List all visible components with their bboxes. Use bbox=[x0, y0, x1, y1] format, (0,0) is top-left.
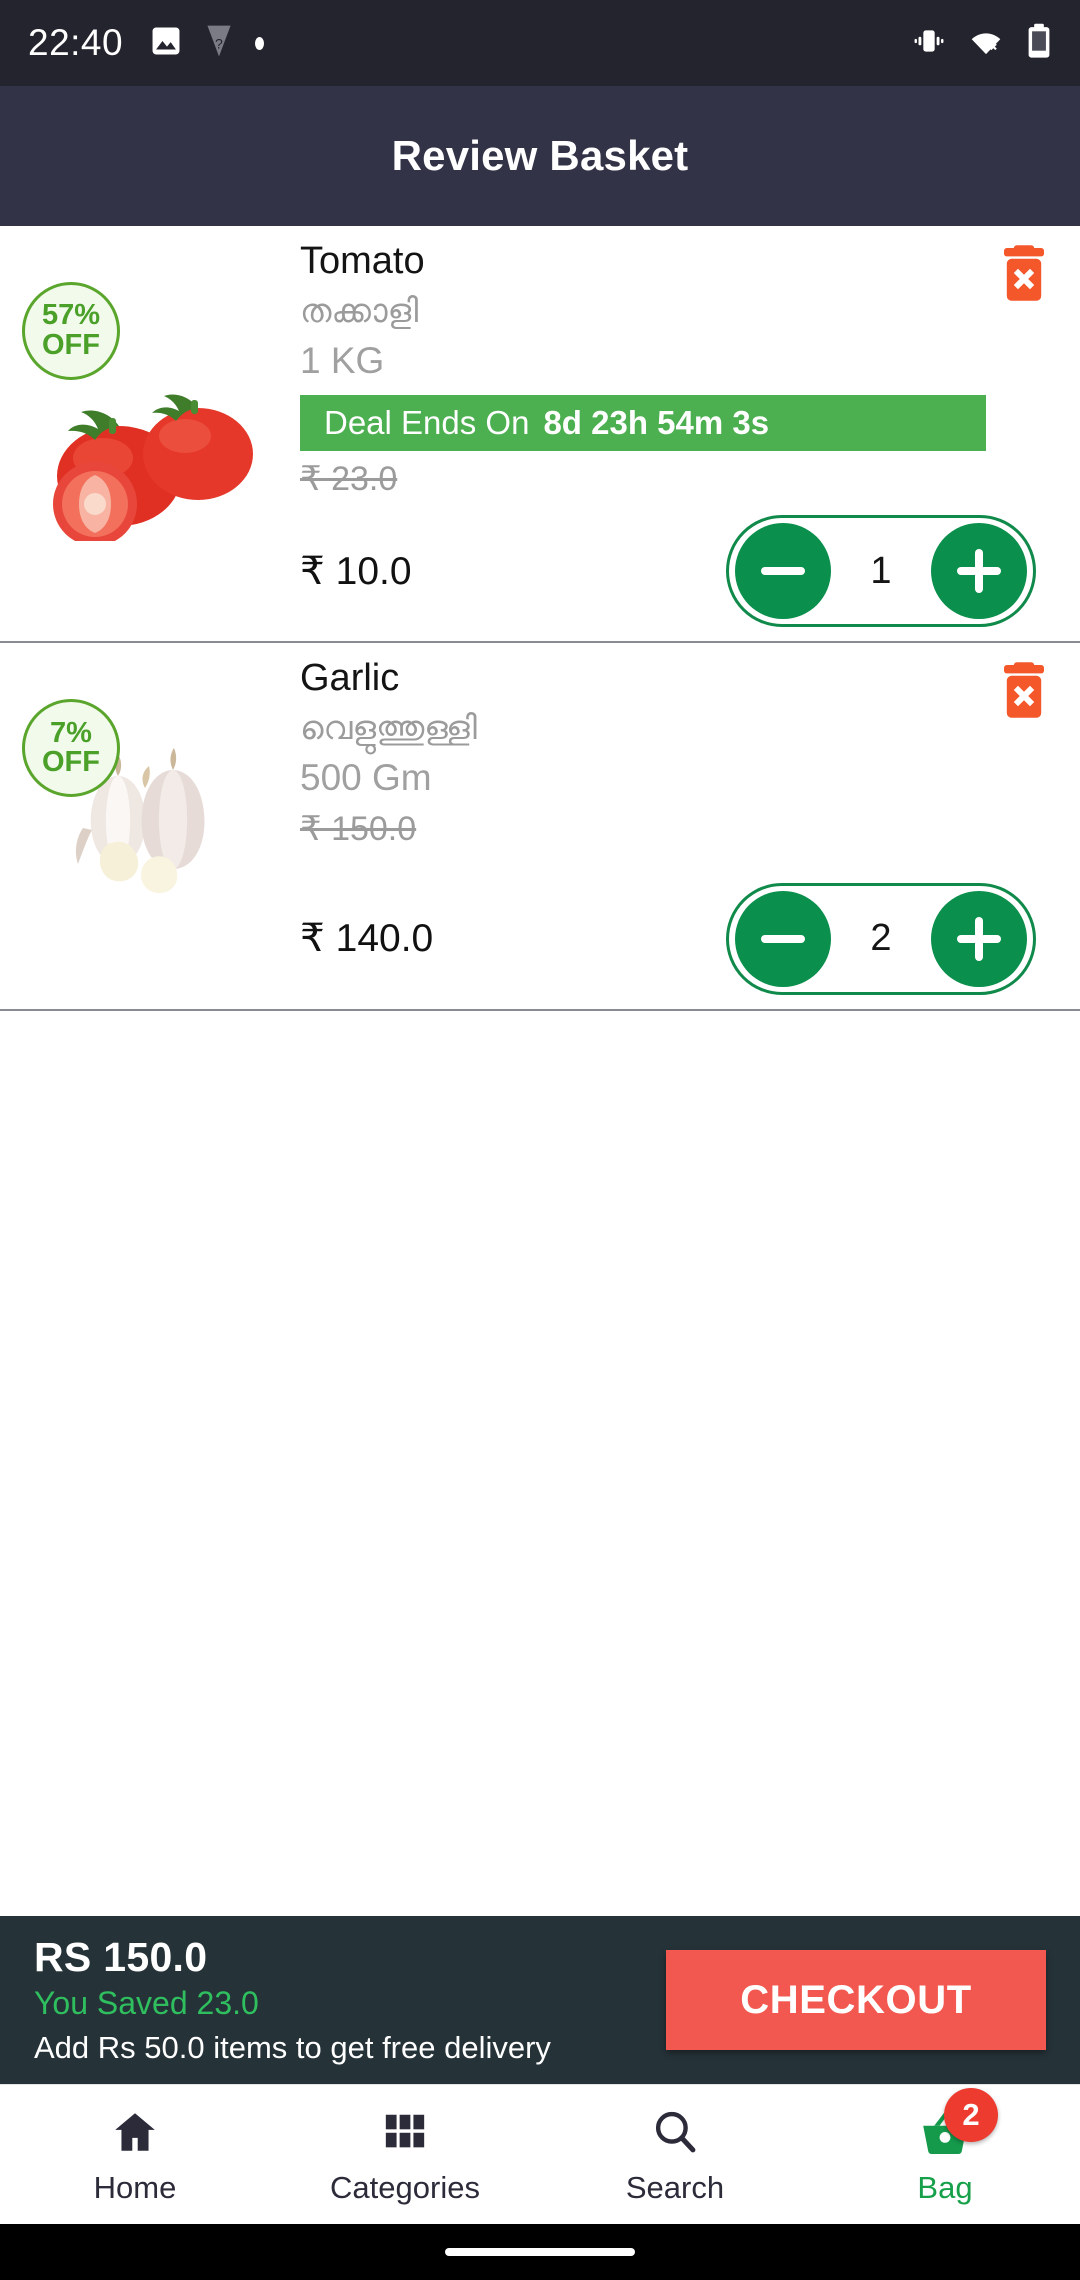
checkout-button[interactable]: CHECKOUT bbox=[666, 1950, 1046, 2050]
basket-item-row[interactable]: 7% OFF Garlic വെളുത്തുള്ളി 500 Gm ₹ 150.… bbox=[0, 643, 1080, 1011]
deal-label: Deal Ends On bbox=[324, 404, 530, 442]
plus-icon bbox=[957, 549, 1001, 594]
product-price: ₹ 140.0 bbox=[300, 917, 434, 961]
product-price-cell: ₹ 140.0 bbox=[300, 916, 726, 961]
product-quantity-label: 500 Gm bbox=[300, 757, 432, 799]
nav-item-home[interactable]: Home bbox=[0, 2104, 270, 2206]
product-title-row: Tomato bbox=[300, 240, 1050, 284]
search-icon bbox=[650, 2104, 700, 2160]
plus-icon bbox=[957, 916, 1001, 961]
nav-label-categories: Categories bbox=[330, 2169, 480, 2205]
deal-countdown-banner: Deal Ends On 8d 23h 54m 3s bbox=[300, 395, 986, 452]
decrease-quantity-button[interactable] bbox=[735, 890, 831, 987]
increase-quantity-button[interactable] bbox=[931, 890, 1027, 987]
nav-item-bag[interactable]: 2 Bag bbox=[810, 2087, 1080, 2206]
nav-label-home: Home bbox=[93, 2169, 177, 2205]
product-thumbnail-wrap: 57% OFF bbox=[0, 240, 300, 627]
decrease-quantity-button[interactable] bbox=[735, 523, 831, 620]
product-price-cell: ₹ 10.0 bbox=[300, 549, 726, 594]
price-and-stepper-row: ₹ 140.0 2 bbox=[300, 882, 1050, 995]
quantity-value: 2 bbox=[870, 917, 892, 960]
discount-badge: 57% OFF bbox=[22, 282, 120, 380]
bottom-navigation-bar: Home Categories Search 2 Bag bbox=[0, 2084, 1080, 2224]
increase-quantity-button[interactable] bbox=[931, 523, 1027, 620]
quantity-stepper[interactable]: 1 bbox=[726, 515, 1036, 628]
status-bar-notification-icons: ? bbox=[149, 23, 265, 64]
nav-label-bag: Bag bbox=[917, 2169, 973, 2205]
minus-icon bbox=[761, 917, 805, 961]
product-quantity-label: 1 KG bbox=[300, 339, 385, 381]
discount-off-label: OFF bbox=[42, 329, 100, 361]
free-delivery-note: Add Rs 50.0 items to get free delivery bbox=[34, 2030, 551, 2066]
product-old-price: ₹ 150.0 bbox=[300, 809, 417, 848]
discount-percent: 7% bbox=[50, 716, 92, 749]
trash-delete-icon[interactable] bbox=[998, 244, 1050, 304]
product-thumbnail-wrap: 7% OFF bbox=[0, 657, 300, 994]
cart-total: RS 150.0 bbox=[34, 1934, 208, 1981]
nav-item-categories[interactable]: Categories bbox=[270, 2104, 540, 2206]
nav-item-search[interactable]: Search bbox=[540, 2104, 810, 2206]
grid-icon bbox=[382, 2104, 428, 2160]
product-local-name: വെളുത്തുള്ളി bbox=[300, 709, 477, 747]
app-bar: Review Basket bbox=[0, 86, 1080, 226]
vibrate-icon bbox=[912, 24, 946, 63]
product-name: Garlic bbox=[300, 657, 400, 700]
unknown-app-icon: ? bbox=[203, 23, 235, 64]
wifi-off-icon bbox=[968, 24, 1004, 63]
price-and-stepper-row: ₹ 10.0 1 bbox=[300, 515, 1050, 628]
gesture-pill[interactable] bbox=[445, 2248, 635, 2256]
product-info: Tomato തക്കാളി 1 KG Deal Ends On 8d 23h … bbox=[300, 240, 1080, 628]
product-local-name: തക്കാളി bbox=[300, 291, 419, 329]
trash-delete-icon[interactable] bbox=[998, 661, 1050, 721]
image-icon bbox=[149, 24, 183, 63]
product-title-row: Garlic bbox=[300, 657, 1050, 701]
deal-remaining-time: 8d 23h 54m 3s bbox=[543, 404, 770, 442]
product-info: Garlic വെളുത്തുള്ളി 500 Gm ₹ 150.0 ₹ 140… bbox=[300, 657, 1080, 995]
discount-percent: 57% bbox=[41, 299, 101, 332]
product-old-price: ₹ 23.0 bbox=[300, 460, 398, 499]
status-bar-system-icons bbox=[912, 23, 1052, 64]
home-icon bbox=[110, 2104, 160, 2160]
checkout-summary-text: RS 150.0 You Saved 23.0 Add Rs 50.0 item… bbox=[34, 1934, 666, 2066]
bag-count-badge: 2 bbox=[944, 2087, 998, 2142]
discount-badge: 7% OFF bbox=[22, 699, 120, 798]
basket-item-row[interactable]: 57% OFF Tomato തക്കാളി 1 KG Deal Ends On… bbox=[0, 226, 1080, 644]
quantity-stepper[interactable]: 2 bbox=[726, 882, 1036, 995]
status-bar: 22:40 ? bbox=[0, 0, 1080, 86]
system-gesture-bar bbox=[0, 2224, 1080, 2280]
nav-label-search: Search bbox=[625, 2169, 725, 2205]
checkout-summary-bar: RS 150.0 You Saved 23.0 Add Rs 50.0 item… bbox=[0, 1916, 1080, 2084]
battery-icon bbox=[1026, 23, 1052, 64]
quantity-value: 1 bbox=[870, 549, 892, 592]
basket-item-list: 57% OFF Tomato തക്കാളി 1 KG Deal Ends On… bbox=[0, 226, 1080, 1916]
dot-indicator-icon bbox=[255, 36, 265, 50]
cart-savings: You Saved 23.0 bbox=[34, 1985, 259, 2022]
page-title: Review Basket bbox=[391, 132, 689, 179]
minus-icon bbox=[761, 549, 805, 593]
app-screen: 22:40 ? Review Basket 57% OFF Tomato തക്… bbox=[0, 0, 1080, 2280]
svg-text:?: ? bbox=[215, 35, 223, 51]
product-name: Tomato bbox=[300, 240, 425, 282]
status-bar-clock: 22:40 bbox=[28, 22, 124, 63]
product-price: ₹ 10.0 bbox=[300, 549, 412, 593]
basket-icon: 2 bbox=[918, 2087, 998, 2160]
discount-off-label: OFF bbox=[42, 746, 100, 779]
